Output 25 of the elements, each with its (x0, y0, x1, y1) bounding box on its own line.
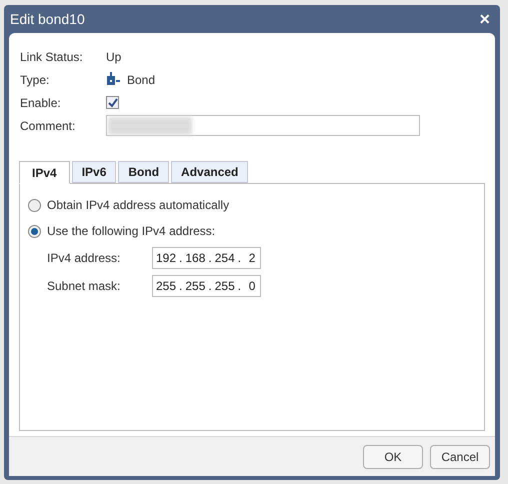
status-value: Up (106, 48, 122, 66)
tab[interactable]: Bond (118, 161, 170, 183)
comment-field[interactable] (106, 115, 420, 136)
field-label: Comment: (20, 118, 76, 134)
window-title: Edit bond10 (10, 10, 85, 28)
dialog-button[interactable]: Cancel (430, 444, 490, 468)
radio-label: Use the following IPv4 address: (47, 223, 216, 240)
type-value: Bond (127, 72, 156, 88)
enable-checkbox[interactable] (106, 96, 119, 109)
radio-label: Obtain IPv4 address automatically (47, 197, 230, 214)
close-button[interactable]: × (475, 10, 494, 28)
tab[interactable]: IPv6 (72, 161, 116, 183)
tab[interactable]: Advanced (171, 161, 248, 183)
field-label: Link Status: (20, 48, 84, 66)
radio-button[interactable] (28, 198, 41, 212)
bond-icon (106, 72, 121, 87)
tab[interactable]: IPv4 (19, 161, 70, 184)
field-label: IPv4 address: (47, 250, 122, 267)
ip-address-field[interactable]: 192 . 168 . 254 . 2 (152, 247, 261, 269)
field-label: Type: (20, 72, 50, 88)
dialog-button[interactable]: OK (363, 444, 423, 468)
field-label: Enable: (20, 94, 62, 112)
ip-address-field[interactable]: 255 . 255 . 255 . 0 (152, 275, 261, 297)
radio-button[interactable] (28, 224, 41, 238)
field-label: Subnet mask: (47, 278, 122, 295)
